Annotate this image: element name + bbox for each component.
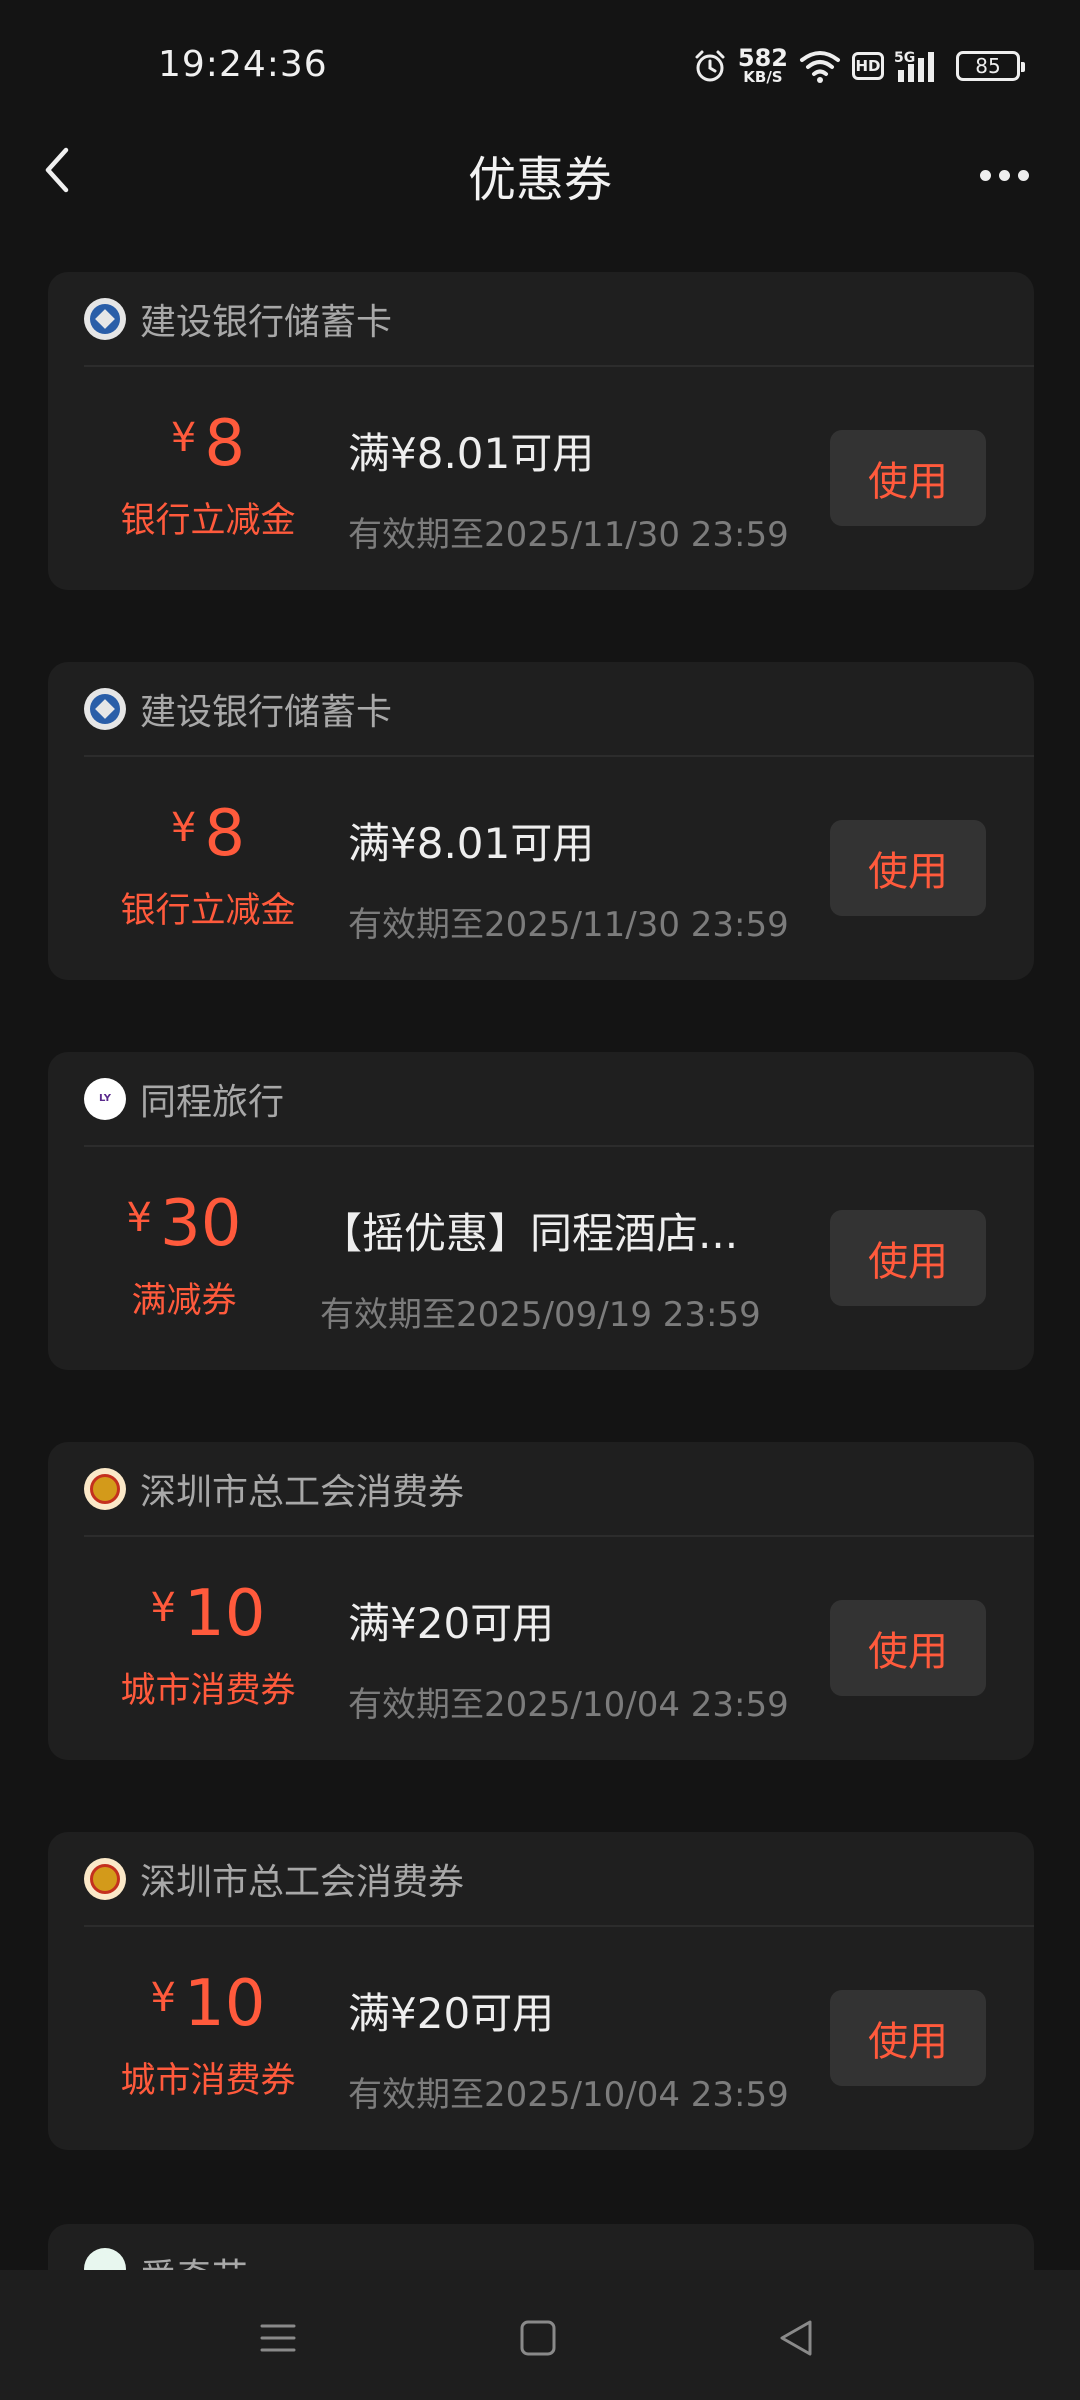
use-coupon-button[interactable]: 使用	[830, 430, 986, 526]
coupon-amount: ¥10	[98, 1582, 318, 1646]
coupon-amount-block: ¥10 城市消费券	[98, 1972, 318, 2103]
wifi-icon	[800, 50, 840, 83]
battery-indicator: 85	[956, 50, 1025, 81]
coupon-brand-row: 建设银行储蓄卡	[84, 662, 1034, 757]
hd-badge: HD	[852, 51, 884, 80]
coupon-validity: 有效期至2025/09/19 23:59	[320, 1295, 761, 1335]
coupon-amount-value: 30	[160, 1187, 242, 1261]
currency-symbol: ¥	[170, 805, 197, 851]
coupon-description: 满¥20可用 有效期至2025/10/04 23:59	[348, 1590, 789, 1726]
coupon-brand-name: 建设银行储蓄卡	[140, 691, 393, 733]
currency-symbol: ¥	[150, 1585, 176, 1631]
coupon-type-label: 城市消费券	[120, 2061, 296, 2101]
recent-apps-button[interactable]	[248, 2308, 308, 2368]
coupon-condition: 满¥20可用	[348, 1599, 555, 1648]
coupon-validity: 有效期至2025/11/30 23:59	[348, 515, 789, 555]
coupon-description: 【摇优惠】同程酒店... 有效期至2025/09/19 23:59	[320, 1200, 761, 1336]
coupon-amount-block: ¥10 城市消费券	[98, 1582, 318, 1713]
more-dot-icon	[1017, 169, 1029, 181]
coupon-card[interactable]: 深圳市总工会消费券 ¥10 城市消费券 满¥20可用 有效期至2025/10/0…	[48, 1442, 1034, 1760]
currency-symbol: ¥	[150, 1975, 176, 2021]
svg-text:5G: 5G	[894, 50, 915, 66]
currency-symbol: ¥	[126, 1195, 152, 1241]
home-button[interactable]	[508, 2308, 568, 2368]
coupon-brand-row: 建设银行储蓄卡	[84, 272, 1034, 367]
status-time: 19:24:36	[158, 44, 328, 85]
use-coupon-button[interactable]: 使用	[830, 1600, 986, 1696]
coupon-brand-name: 同程旅行	[140, 1081, 285, 1123]
coupon-amount-value: 8	[204, 797, 246, 871]
coupon-type-label: 城市消费券	[120, 1671, 296, 1711]
more-options-button[interactable]	[964, 150, 1044, 200]
coupon-amount-block: ¥8 银行立减金	[98, 802, 318, 933]
net-speed-value: 582	[737, 44, 788, 72]
back-triangle-icon	[780, 2320, 812, 2356]
back-nav-button[interactable]	[766, 2308, 826, 2368]
ccb-logo-icon	[84, 297, 126, 340]
currency-symbol: ¥	[170, 415, 197, 461]
page-title: 优惠券	[467, 152, 612, 208]
coupon-type-label: 满减券	[131, 1281, 237, 1321]
page-header: 优惠券	[0, 120, 1080, 230]
coupon-amount-value: 10	[184, 1967, 266, 2041]
net-speed-unit: KB/S	[743, 68, 783, 86]
union-logo-icon	[84, 1467, 126, 1510]
signal-icon: 5G	[894, 50, 934, 82]
system-nav-bar	[0, 2270, 1080, 2400]
coupon-amount-value: 8	[204, 407, 246, 481]
coupon-card[interactable]: 深圳市总工会消费券 ¥10 城市消费券 满¥20可用 有效期至2025/10/0…	[48, 1832, 1034, 2150]
coupon-description: 满¥8.01可用 有效期至2025/11/30 23:59	[348, 810, 789, 946]
ccb-logo-icon	[84, 687, 126, 730]
coupon-amount-block: ¥30 满减券	[64, 1192, 304, 1323]
coupon-card[interactable]: 建设银行储蓄卡 ¥8 银行立减金 满¥8.01可用 有效期至2025/11/30…	[48, 272, 1034, 590]
more-dot-icon	[998, 169, 1010, 181]
coupon-validity: 有效期至2025/10/04 23:59	[348, 1685, 789, 1725]
coupon-condition: 满¥8.01可用	[348, 819, 595, 868]
coupon-brand-row: 深圳市总工会消费券	[84, 1832, 1034, 1927]
home-square-icon	[520, 2320, 556, 2356]
menu-icon	[260, 2324, 296, 2352]
coupon-brand-name: 建设银行储蓄卡	[140, 301, 393, 343]
coupon-list: 建设银行储蓄卡 ¥8 银行立减金 满¥8.01可用 有效期至2025/11/30…	[48, 272, 1034, 2222]
coupon-condition: 【摇优惠】同程酒店...	[320, 1209, 739, 1258]
use-coupon-button[interactable]: 使用	[830, 820, 986, 916]
status-bar: 19:24:36 582 KB/S HD 5G 85	[0, 0, 1080, 120]
coupon-validity: 有效期至2025/11/30 23:59	[348, 905, 789, 945]
status-icons: 582 KB/S HD 5G 85	[692, 46, 1025, 85]
coupon-amount: ¥8	[98, 412, 318, 476]
use-coupon-button[interactable]: 使用	[830, 1210, 986, 1306]
coupon-amount-block: ¥8 银行立减金	[98, 412, 318, 543]
coupon-brand-name: 深圳市总工会消费券	[140, 1861, 465, 1903]
alarm-icon	[695, 50, 725, 81]
coupon-brand-row: 深圳市总工会消费券	[84, 1442, 1034, 1537]
coupon-amount: ¥10	[98, 1972, 318, 2036]
ly-logo-icon: LY	[84, 1077, 126, 1120]
coupon-condition: 满¥8.01可用	[348, 429, 595, 478]
coupon-validity: 有效期至2025/10/04 23:59	[348, 2075, 789, 2115]
coupon-condition: 满¥20可用	[348, 1989, 555, 2038]
net-speed: 582 KB/S	[738, 46, 788, 85]
use-coupon-button[interactable]: 使用	[830, 1990, 986, 2086]
coupon-amount-value: 10	[184, 1577, 266, 1651]
coupon-description: 满¥8.01可用 有效期至2025/11/30 23:59	[348, 420, 789, 556]
coupon-brand-row: LY 同程旅行	[84, 1052, 1034, 1147]
coupon-description: 满¥20可用 有效期至2025/10/04 23:59	[348, 1980, 789, 2116]
coupon-brand-name: 深圳市总工会消费券	[140, 1471, 465, 1513]
coupon-card[interactable]: 建设银行储蓄卡 ¥8 银行立减金 满¥8.01可用 有效期至2025/11/30…	[48, 662, 1034, 980]
coupon-type-label: 银行立减金	[120, 891, 296, 931]
coupon-card[interactable]: LY 同程旅行 ¥30 满减券 【摇优惠】同程酒店... 有效期至2025/09…	[48, 1052, 1034, 1370]
union-logo-icon	[84, 1857, 126, 1900]
more-dot-icon	[979, 169, 991, 181]
coupon-type-label: 银行立减金	[120, 501, 296, 541]
coupon-amount: ¥8	[98, 802, 318, 866]
coupon-amount: ¥30	[64, 1192, 304, 1256]
